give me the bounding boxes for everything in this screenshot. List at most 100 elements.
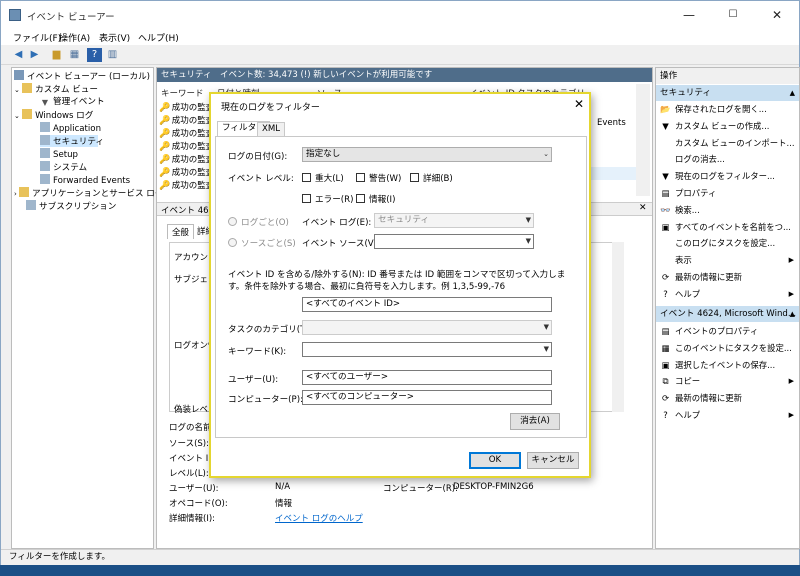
detail-scrollbar[interactable] xyxy=(612,242,624,412)
ok-button[interactable]: OK xyxy=(469,452,521,469)
event-logs-select[interactable]: セキュリティ ▼ xyxy=(374,213,534,228)
minimize-button[interactable]: — xyxy=(667,1,711,29)
collapse-up-icon[interactable]: ▲ xyxy=(790,85,795,101)
event-id-input[interactable]: <すべてのイベント ID> xyxy=(302,297,552,312)
chevron-down-icon: ▼ xyxy=(525,216,531,224)
log-action-item[interactable]: 📂 保存されたログを開く... xyxy=(660,102,798,116)
radio-icon[interactable] xyxy=(228,238,237,247)
close-detail-icon[interactable]: ✕ xyxy=(639,203,647,213)
log-action-item[interactable]: ▼ カスタム ビューの作成... xyxy=(660,119,798,133)
actions-section-security[interactable]: セキュリティ ▲ xyxy=(656,85,799,101)
event-action-item[interactable]: ⧉ コピー ▶ xyxy=(660,374,798,388)
more-info-link[interactable]: イベント ログのヘルプ xyxy=(275,512,363,524)
help-toolbar-icon[interactable]: ? xyxy=(87,48,102,62)
computer-input[interactable]: <すべてのコンピューター> xyxy=(302,390,552,405)
user-label: ユーザー(U): xyxy=(228,375,279,385)
event-action-item[interactable]: ? ヘルプ ▶ xyxy=(660,408,798,422)
menu-help[interactable]: ヘルプ(H) xyxy=(138,31,179,44)
tree-admin-events[interactable]: ▼ 管理イベント xyxy=(40,96,105,108)
col-keywords[interactable]: キーワード xyxy=(161,87,204,99)
level-error-checkbox[interactable]: エラー(R) xyxy=(302,193,353,205)
event-action-item[interactable]: ▤ イベントのプロパティ xyxy=(660,324,798,338)
event-row[interactable]: 🔑 成功の監査 xyxy=(159,102,214,115)
log-action-item[interactable]: ⟳ 最新の情報に更新 xyxy=(660,270,798,284)
tree-subscriptions[interactable]: サブスクリプション xyxy=(26,200,116,212)
folder-up-icon[interactable]: ▆ xyxy=(49,48,64,62)
checkbox-icon[interactable] xyxy=(356,194,365,203)
maximize-button[interactable]: ☐ xyxy=(711,1,755,29)
log-action-item[interactable]: ▤ プロパティ xyxy=(660,186,798,200)
tree-custom-views[interactable]: ⌄ カスタム ビュー xyxy=(14,83,98,95)
logged-select[interactable]: 指定なし ⌄ xyxy=(302,147,552,162)
log-action-item[interactable]: ▼ 現在のログをフィルター... xyxy=(660,169,798,183)
action-pane-icon[interactable]: ▥ xyxy=(105,48,120,62)
radio-icon[interactable] xyxy=(228,217,237,226)
event-row[interactable]: 🔑 成功の監査 xyxy=(159,141,214,154)
checkbox-icon[interactable] xyxy=(410,173,419,182)
tree-security[interactable]: セキュリティ xyxy=(40,135,104,147)
log-action-item[interactable]: カスタム ビューのインポート... xyxy=(660,136,798,150)
find-icon: 👓 xyxy=(660,205,671,216)
collapse-arrow-icon[interactable]: ⌄ xyxy=(14,112,22,120)
by-log-radio[interactable]: ログごと(O) xyxy=(228,216,289,228)
checkbox-icon[interactable] xyxy=(302,194,311,203)
level-info-checkbox[interactable]: 情報(I) xyxy=(356,193,395,205)
actions-header: 操作 xyxy=(656,68,799,84)
forward-arrow-icon[interactable]: ▶ xyxy=(27,48,42,62)
tab-general[interactable]: 全般 xyxy=(167,224,195,239)
log-action-item[interactable]: 👓 検索... xyxy=(660,203,798,217)
log-icon xyxy=(40,135,50,145)
back-arrow-icon[interactable]: ◀ xyxy=(11,48,26,62)
event-action-item[interactable]: ▣ 選択したイベントの保存... xyxy=(660,358,798,372)
collapse-arrow-icon[interactable]: ⌄ xyxy=(14,86,22,94)
level-critical-checkbox[interactable]: 重大(L) xyxy=(302,172,344,184)
key-icon: 🔑 xyxy=(159,129,171,139)
event-row[interactable]: 🔑 成功の監査 xyxy=(159,167,214,180)
log-action-item[interactable]: ? ヘルプ ▶ xyxy=(660,287,798,301)
level-warning-checkbox[interactable]: 警告(W) xyxy=(356,172,401,184)
log-action-item[interactable]: 表示 ▶ xyxy=(660,253,798,267)
tree-windows-logs[interactable]: ⌄ Windows ログ xyxy=(14,109,93,121)
tree-forwarded[interactable]: Forwarded Events xyxy=(40,174,130,186)
event-action-item[interactable]: ▦ このイベントにタスクを設定... xyxy=(660,341,798,355)
user-input[interactable]: <すべてのユーザー> xyxy=(302,370,552,385)
event-row[interactable]: 🔑 成功の監査 xyxy=(159,115,214,128)
level-label: レベル(L): xyxy=(169,469,209,479)
tab-xml[interactable]: XML xyxy=(257,122,286,136)
log-action-item[interactable]: ログの消去... xyxy=(660,152,798,166)
event-action-label: ヘルプ xyxy=(675,410,701,420)
collapse-up-icon[interactable]: ▲ xyxy=(790,306,795,322)
actions-section-event[interactable]: イベント 4624, Microsoft Wind... ▲ xyxy=(656,306,799,322)
event-sources-select[interactable]: ▼ xyxy=(374,234,534,249)
tree-app-service-logs[interactable]: › アプリケーションとサービス ログ xyxy=(14,187,164,199)
tree-application[interactable]: Application xyxy=(40,122,101,134)
log-action-label: 検索... xyxy=(675,204,700,215)
dialog-close-icon[interactable]: ✕ xyxy=(571,96,587,112)
event-action-item[interactable]: ⟳ 最新の情報に更新 xyxy=(660,391,798,405)
log-action-item[interactable]: このログにタスクを設定... xyxy=(660,236,798,250)
menu-action[interactable]: 操作(A) xyxy=(59,31,90,44)
checkbox-icon[interactable] xyxy=(356,173,365,182)
checkbox-icon[interactable] xyxy=(302,173,311,182)
event-row[interactable]: 🔑 成功の監査 xyxy=(159,154,214,167)
log-action-label: カスタム ビューのインポート... xyxy=(675,137,795,148)
log-action-label: ログの消去... xyxy=(675,154,725,165)
menu-file[interactable]: ファイル(F) xyxy=(13,31,61,44)
close-button[interactable]: ✕ xyxy=(755,1,799,29)
tree-setup[interactable]: Setup xyxy=(40,148,78,160)
menu-view[interactable]: 表示(V) xyxy=(99,31,130,44)
clear-button[interactable]: 消去(A) xyxy=(510,413,560,430)
level-verbose-checkbox[interactable]: 詳細(B) xyxy=(410,172,453,184)
logged-value: 指定なし xyxy=(306,149,341,159)
by-source-radio[interactable]: ソースごと(S) xyxy=(228,237,296,249)
console-tree-icon[interactable]: ▦ xyxy=(67,48,82,62)
log-action-item[interactable]: ▣ すべてのイベントを名前をつ... xyxy=(660,220,798,234)
list-scrollbar[interactable] xyxy=(636,84,650,196)
event-row[interactable]: 🔑 成功の監査 xyxy=(159,128,214,141)
task-category-select[interactable]: ▼ xyxy=(302,320,552,335)
tree-system[interactable]: システム xyxy=(40,161,87,173)
cancel-button[interactable]: キャンセル xyxy=(527,452,579,469)
tree-root[interactable]: イベント ビューアー (ローカル) xyxy=(14,70,150,82)
event-row[interactable]: 🔑 成功の監査 xyxy=(159,180,214,193)
keywords-select[interactable]: ▼ xyxy=(302,342,552,357)
